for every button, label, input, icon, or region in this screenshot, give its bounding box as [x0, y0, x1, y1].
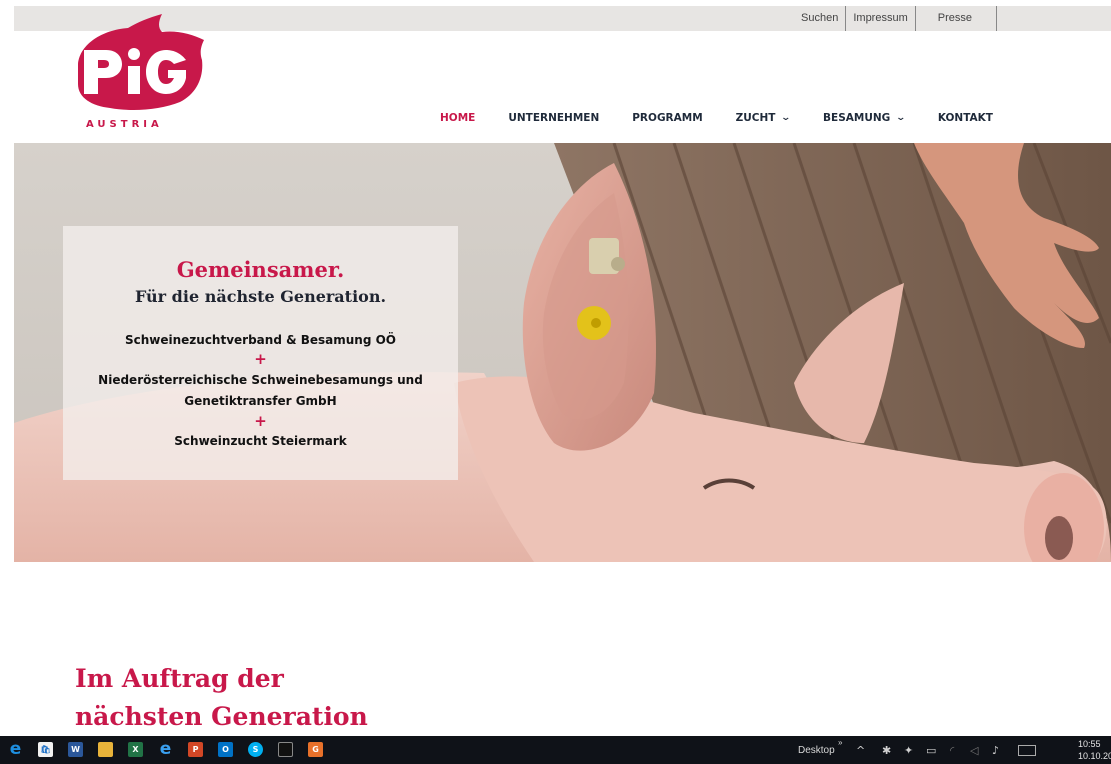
- pig-logo-mark: [78, 14, 204, 110]
- windows-taskbar: e 🛍 W X e P O S G Desktop » ^ ✱ ✦ ▭ ◜ ◁ …: [0, 736, 1111, 764]
- outlook-icon[interactable]: O: [218, 742, 233, 757]
- excel-icon[interactable]: X: [128, 742, 143, 757]
- nav-unternehmen[interactable]: UNTERNEHMEN: [508, 110, 599, 126]
- bluetooth-icon[interactable]: ✱: [882, 744, 891, 757]
- store-icon[interactable]: 🛍: [38, 742, 53, 757]
- partner-2-line-b: Genetiktransfer GmbH: [184, 394, 337, 408]
- system-clock[interactable]: 10:55 10.10.201: [1078, 738, 1111, 762]
- nav-besamung[interactable]: BESAMUNG ⌄: [823, 110, 907, 126]
- wifi-icon[interactable]: ◜: [950, 744, 954, 757]
- intro-heading: Im Auftrag der nächsten Generation: [75, 660, 368, 736]
- partner-2-line-a: Niederösterreichische Schweinebesamungs …: [98, 373, 423, 387]
- utility-links: Suchen Impressum Presse: [794, 6, 997, 31]
- search-link[interactable]: Suchen: [794, 6, 847, 31]
- word-icon[interactable]: W: [68, 742, 83, 757]
- nav-label: ZUCHT: [735, 112, 776, 124]
- battery-icon[interactable]: ▭: [926, 744, 936, 757]
- main-navigation: HOME UNTERNEHMEN PROGRAMM ZUCHT ⌄ BESAMUN…: [440, 110, 1026, 126]
- nav-programm[interactable]: PROGRAMM: [632, 110, 702, 126]
- plus-sign: +: [254, 350, 267, 368]
- chevron-down-icon: ⌄: [780, 113, 792, 123]
- nav-label: HOME: [440, 112, 476, 124]
- command-prompt-icon[interactable]: [278, 742, 293, 757]
- pen-icon[interactable]: ♪: [992, 744, 999, 757]
- impressum-link[interactable]: Impressum: [846, 6, 916, 31]
- skype-icon[interactable]: S: [248, 742, 263, 757]
- logo-subtitle: AUSTRIA: [86, 119, 163, 130]
- hero-text-card: Gemeinsamer. Für die nächste Generation.…: [63, 226, 458, 480]
- nav-home[interactable]: HOME: [440, 110, 475, 126]
- clock-time: 10:55: [1078, 739, 1101, 749]
- edge-icon[interactable]: e: [8, 741, 23, 758]
- clock-date: 10.10.201: [1078, 751, 1111, 761]
- partner-3: Schweinzucht Steiermark: [174, 434, 347, 448]
- toolbar-expand-icon[interactable]: »: [838, 738, 842, 747]
- intro-heading-line-1: Im Auftrag der: [75, 664, 284, 693]
- nav-zucht[interactable]: ZUCHT ⌄: [735, 110, 792, 126]
- hero-subtitle: Für die nächste Generation.: [134, 287, 387, 306]
- nav-kontakt[interactable]: KONTAKT: [938, 110, 993, 126]
- nav-label: PROGRAMM: [632, 112, 703, 124]
- nav-label: BESAMUNG: [823, 112, 891, 124]
- nav-label: UNTERNEHMEN: [508, 112, 600, 124]
- partner-1: Schweinezuchtverband & Besamung OÖ: [124, 333, 397, 347]
- intro-heading-line-2: nächsten Generation: [75, 702, 368, 731]
- powerpoint-icon[interactable]: P: [188, 742, 203, 757]
- volume-icon[interactable]: ◁: [970, 744, 978, 757]
- presse-link[interactable]: Presse: [916, 6, 997, 31]
- desktop-toolbar-label[interactable]: Desktop: [798, 745, 835, 756]
- chevron-up-icon[interactable]: ^: [856, 744, 865, 757]
- file-explorer-icon[interactable]: [98, 742, 113, 757]
- internet-explorer-icon[interactable]: e: [158, 741, 173, 758]
- app-icon[interactable]: G: [308, 742, 323, 757]
- nav-label: KONTAKT: [937, 112, 993, 124]
- pig-austria-logo[interactable]: [76, 14, 206, 132]
- hero-title: Gemeinsamer.: [176, 257, 345, 282]
- keyboard-icon[interactable]: [1018, 745, 1036, 756]
- chevron-down-icon: ⌄: [895, 113, 907, 123]
- dropbox-icon[interactable]: ✦: [904, 744, 913, 757]
- plus-sign: +: [254, 412, 267, 430]
